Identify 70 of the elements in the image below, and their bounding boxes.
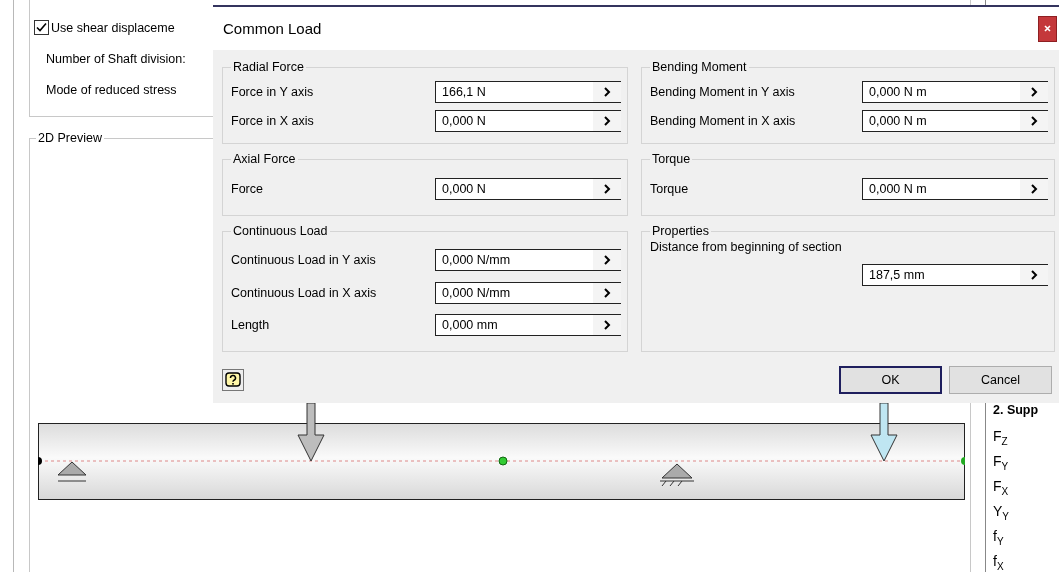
column-header: 2. Supp [993,403,1039,419]
checkbox-label: Use shear displaceme [51,20,175,35]
group-title: Axial Force [232,152,297,166]
node-icon [498,456,508,466]
help-icon [225,372,241,388]
value-field[interactable]: 0,000 N/mm [435,281,621,304]
field-label: Bending Moment in Y axis [650,85,796,99]
chevron-icon [1030,183,1038,194]
arrow-button[interactable] [593,248,621,270]
arrow-button[interactable] [1020,110,1048,131]
value-field[interactable]: 0,000 N m [862,81,1048,103]
list-item[interactable]: f$_{X}$ [993,551,1039,571]
arrow-button[interactable] [593,177,621,199]
chevron-icon [603,116,611,126]
checkbox[interactable] [34,20,49,35]
chevron-icon [603,183,611,194]
arrow-button[interactable] [593,110,621,131]
chevron-icon [1030,87,1038,97]
option-label: Mode of reduced stress [45,82,177,97]
group-title: Bending Moment [651,60,748,74]
group-title: Radial Force [232,60,305,74]
field-label: Length [231,318,271,333]
value-field[interactable]: 166,1 N [435,81,621,103]
option-label: Number of Shaft division: [45,51,186,66]
dialog-button[interactable]: Cancel [949,366,1052,394]
arrow-button[interactable] [593,81,621,102]
value-field[interactable]: 0,000 N [435,110,621,132]
list-item[interactable]: Y$_{Y}$ [993,501,1039,521]
value-field[interactable]: 0,000 N [435,177,621,200]
arrow-button[interactable] [1020,81,1048,102]
field-label: Force in Y axis [231,85,315,99]
support-icon [57,461,87,482]
value-field[interactable]: 0,000 N m [862,110,1048,132]
window-title: Common Load [223,20,322,37]
group-title: 2D Preview [37,131,103,145]
force-arrow [870,402,898,462]
dialog-button[interactable]: OK [839,366,942,394]
arrow-button[interactable] [593,314,621,336]
value-field[interactable]: 0,000 N m [862,177,1048,200]
group-title: Continuous Load [232,224,329,238]
support-icon [659,463,695,487]
force-arrow [297,402,325,462]
chevron-icon [603,287,611,298]
chevron-icon [603,320,611,331]
field-label: Continuous Load in X axis [231,285,378,300]
arrow-button[interactable] [1020,177,1048,199]
chevron-icon [603,87,611,97]
field-label: Force [231,181,264,196]
chevron-icon [1030,270,1038,280]
value-field[interactable]: 0,000 N/mm [435,248,621,271]
arrow-button[interactable] [593,281,621,303]
chevron-icon [603,254,611,265]
arrow-button[interactable] [1020,264,1048,285]
field-label: Bending Moment in X axis [650,114,797,128]
close-icon [1044,25,1051,32]
list-item[interactable]: F$_{X}$ [993,476,1039,496]
close-button[interactable] [1038,15,1057,42]
list-item[interactable]: F$_{Y}$ [993,451,1039,471]
value-field[interactable]: 187,5 mm [862,264,1048,286]
group-title: Torque [651,152,692,166]
field-label: Continuous Load in Y axis [231,252,377,267]
value-field[interactable]: 0,000 mm [435,314,621,337]
list-item[interactable]: F$_{Z}$ [993,426,1039,446]
chevron-icon [1030,116,1038,126]
list-item[interactable]: f$_{Y}$ [993,526,1039,546]
field-label: Force in X axis [231,114,315,128]
group-title: Properties [651,224,710,238]
field-label: Distance from beginning of section [650,240,843,254]
field-label: Torque [650,181,690,196]
help-button[interactable] [222,369,244,391]
